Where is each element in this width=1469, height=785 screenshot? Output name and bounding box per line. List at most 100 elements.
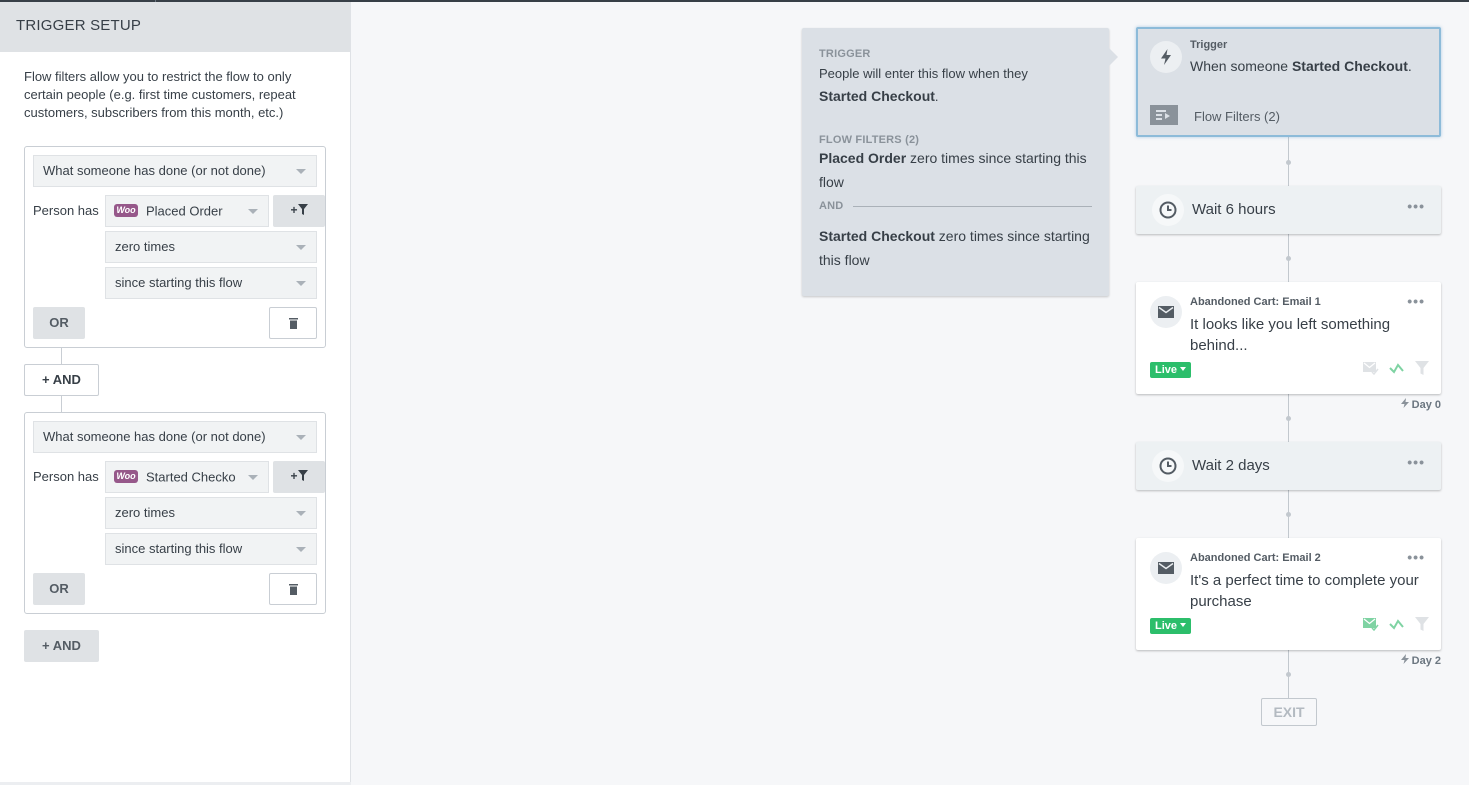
clock-icon xyxy=(1159,457,1177,475)
add-and-button[interactable]: + AND xyxy=(24,630,99,662)
chevron-down-icon xyxy=(296,281,306,286)
flow-add-point[interactable] xyxy=(1286,256,1291,261)
delete-filter-button[interactable] xyxy=(269,573,317,605)
condition-type-value: What someone has done (or not done) xyxy=(43,429,266,444)
trigger-label: Trigger xyxy=(1190,39,1228,51)
trigger-suffix: . xyxy=(1407,58,1412,74)
trash-icon xyxy=(289,584,298,595)
email-name: Abandoned Cart: Email 2 xyxy=(1190,552,1321,564)
tooltip-trigger-text: People will enter this flow when they St… xyxy=(819,62,1092,108)
caret-down-icon xyxy=(1180,623,1187,628)
status-label: Live xyxy=(1155,364,1178,376)
trigger-node[interactable]: Trigger When someone Started Checkout. F… xyxy=(1136,27,1441,137)
metric-value: Started Checko xyxy=(146,469,236,485)
trigger-prefix: When someone xyxy=(1190,58,1292,74)
filter-group-2: What someone has done (or not done) Pers… xyxy=(24,412,326,614)
tooltip-filter-2: Started Checkout zero times since starti… xyxy=(819,224,1092,272)
metric-select[interactable]: Woo Placed Order xyxy=(105,195,269,227)
wait-label: Wait 2 days xyxy=(1192,457,1270,474)
lightning-icon xyxy=(1400,654,1409,664)
flow-add-point[interactable] xyxy=(1286,512,1291,517)
add-filter-button[interactable]: + xyxy=(273,195,325,227)
wait-node[interactable]: Wait 2 days ••• xyxy=(1136,442,1441,490)
condition-type-select[interactable]: What someone has done (or not done) xyxy=(33,155,317,187)
day-marker: Day 2 xyxy=(1400,654,1441,667)
tooltip-trigger-metric: Started Checkout xyxy=(819,88,935,104)
tooltip-trigger-prefix: People will enter this flow when they xyxy=(819,66,1028,81)
caret-down-icon xyxy=(1180,367,1187,372)
lightning-icon xyxy=(1400,398,1409,408)
count-value: zero times xyxy=(115,239,175,254)
timeframe-value: since starting this flow xyxy=(115,275,243,290)
email-name: Abandoned Cart: Email 1 xyxy=(1190,296,1321,308)
filter-icon xyxy=(297,203,308,215)
tooltip-filter-1-metric: Placed Order xyxy=(819,150,907,166)
or-button[interactable]: OR xyxy=(33,307,85,339)
woocommerce-icon: Woo xyxy=(114,470,138,484)
email-settings-icons xyxy=(1363,361,1429,375)
filter-group-1: What someone has done (or not done) Pers… xyxy=(24,146,326,348)
flow-add-point[interactable] xyxy=(1286,160,1291,165)
email-node[interactable]: Abandoned Cart: Email 1 ••• It looks lik… xyxy=(1136,282,1441,394)
email-node[interactable]: Abandoned Cart: Email 2 ••• It's a perfe… xyxy=(1136,538,1441,650)
status-label: Live xyxy=(1155,620,1178,632)
smart-sending-icon[interactable] xyxy=(1363,617,1379,631)
chevron-down-icon xyxy=(248,209,258,214)
utm-tracking-icon[interactable] xyxy=(1389,362,1405,374)
filter-icon[interactable] xyxy=(1415,361,1429,375)
more-options-icon[interactable]: ••• xyxy=(1407,549,1425,565)
flow-add-point[interactable] xyxy=(1286,416,1291,421)
tooltip-filter-2-metric: Started Checkout xyxy=(819,228,935,244)
delete-filter-button[interactable] xyxy=(269,307,317,339)
divider-line xyxy=(853,205,1092,207)
chevron-down-icon xyxy=(296,511,306,516)
clock-icon xyxy=(1159,201,1177,219)
count-value: zero times xyxy=(115,505,175,520)
chevron-down-icon xyxy=(296,547,306,552)
trigger-icon-circle xyxy=(1150,41,1182,73)
clock-icon-circle xyxy=(1152,194,1184,226)
smart-sending-icon[interactable] xyxy=(1363,361,1379,375)
clock-icon-circle xyxy=(1152,450,1184,482)
more-options-icon[interactable]: ••• xyxy=(1407,198,1425,214)
chevron-down-icon xyxy=(296,169,306,174)
trigger-metric: Started Checkout xyxy=(1291,58,1408,74)
timeframe-value: since starting this flow xyxy=(115,541,243,556)
metric-value: Placed Order xyxy=(146,203,223,219)
tooltip-trigger-suffix: . xyxy=(934,89,939,104)
or-button[interactable]: OR xyxy=(33,573,85,605)
panel-title: TRIGGER SETUP xyxy=(0,2,350,52)
flow-add-point[interactable] xyxy=(1286,672,1291,677)
condition-type-select[interactable]: What someone has done (or not done) xyxy=(33,421,317,453)
intro-text: Flow filters allow you to restrict the f… xyxy=(24,69,296,120)
connector-line xyxy=(61,348,62,364)
woocommerce-icon: Woo xyxy=(114,204,138,218)
timeframe-select[interactable]: since starting this flow xyxy=(105,267,317,299)
exit-node[interactable]: EXIT xyxy=(1261,698,1317,726)
flow-filters-icon xyxy=(1150,105,1178,125)
trigger-description: When someone Started Checkout. xyxy=(1190,58,1412,74)
lightning-icon xyxy=(1161,49,1171,65)
email-settings-icons xyxy=(1363,617,1429,631)
tooltip-filter-1: Placed Order zero times since starting t… xyxy=(819,146,1092,194)
count-select[interactable]: zero times xyxy=(105,497,317,529)
status-badge[interactable]: Live xyxy=(1150,362,1192,378)
wait-node[interactable]: Wait 6 hours ••• xyxy=(1136,186,1441,234)
add-filter-button[interactable]: + xyxy=(273,461,325,493)
add-and-button[interactable]: + AND xyxy=(24,364,99,396)
flow-filters-link[interactable]: Flow Filters (2) xyxy=(1194,109,1280,124)
add-filter-plus: + xyxy=(290,203,298,217)
status-badge[interactable]: Live xyxy=(1150,618,1192,634)
filter-icon xyxy=(297,469,308,481)
count-select[interactable]: zero times xyxy=(105,231,317,263)
day-marker: Day 0 xyxy=(1400,398,1441,411)
chevron-down-icon xyxy=(296,435,306,440)
timeframe-select[interactable]: since starting this flow xyxy=(105,533,317,565)
utm-tracking-icon[interactable] xyxy=(1389,618,1405,630)
filter-icon[interactable] xyxy=(1415,617,1429,631)
more-options-icon[interactable]: ••• xyxy=(1407,293,1425,309)
wait-label: Wait 6 hours xyxy=(1192,201,1276,218)
more-options-icon[interactable]: ••• xyxy=(1407,454,1425,470)
metric-select[interactable]: Woo Started Checko xyxy=(105,461,269,493)
tooltip-and-label: AND xyxy=(819,200,844,212)
